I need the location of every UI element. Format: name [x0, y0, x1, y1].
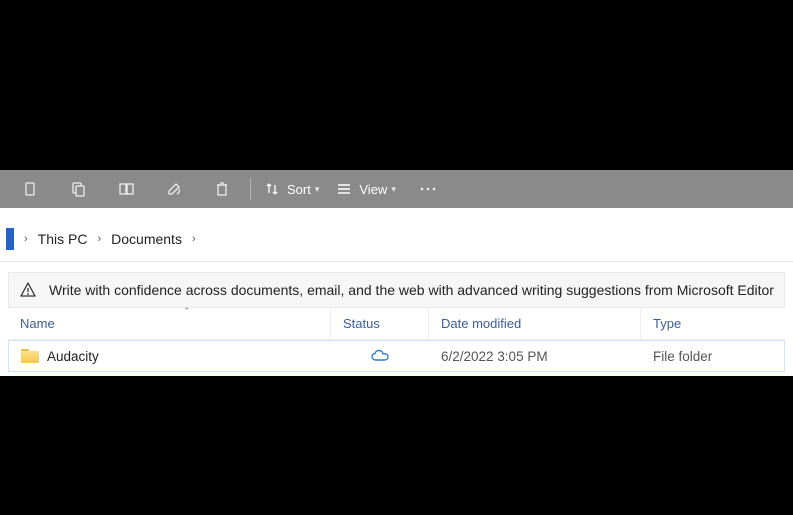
delete-button[interactable]: [210, 177, 234, 201]
rename-icon: [166, 181, 182, 197]
banner-text: Write with confidence across documents, …: [49, 282, 774, 298]
chevron-down-icon: ▾: [391, 184, 396, 195]
sort-indicator-icon: ⌃: [183, 306, 191, 317]
file-name: Audacity: [47, 349, 99, 364]
chevron-right-icon: ›: [24, 233, 28, 245]
view-button[interactable]: View ▾: [335, 180, 395, 198]
cloud-icon: [370, 349, 390, 363]
sort-label: Sort: [287, 182, 311, 197]
paste-button[interactable]: [114, 177, 138, 201]
copy-icon: [70, 181, 86, 197]
rename-button[interactable]: [162, 177, 186, 201]
more-icon: [419, 181, 437, 197]
column-header-status[interactable]: Status: [330, 308, 428, 339]
explorer-window: Sort ▾ View ▾ › This PC › Documents › Wr…: [0, 170, 793, 376]
table-row[interactable]: Audacity 6/2/2022 3:05 PM File folder: [8, 340, 785, 372]
trash-icon: [214, 181, 230, 197]
file-date: 6/2/2022 3:05 PM: [441, 349, 548, 364]
cut-button[interactable]: [18, 177, 42, 201]
file-list: ⌃ Name Status Date modified Type Audacit…: [0, 308, 793, 376]
cut-icon: [22, 181, 38, 197]
file-type: File folder: [653, 349, 712, 364]
sort-button[interactable]: Sort ▾: [263, 180, 319, 198]
column-header-name[interactable]: Name: [8, 308, 330, 339]
column-header-type[interactable]: Type: [640, 308, 785, 339]
chevron-right-icon: ›: [97, 233, 101, 245]
location-icon: [6, 228, 14, 250]
view-label: View: [359, 182, 387, 197]
more-button[interactable]: [416, 177, 440, 201]
copy-button[interactable]: [66, 177, 90, 201]
sort-icon: [263, 180, 281, 198]
view-icon: [335, 180, 353, 198]
editor-banner[interactable]: Write with confidence across documents, …: [8, 272, 785, 308]
command-bar: Sort ▾ View ▾: [0, 170, 793, 208]
warning-icon: [19, 281, 37, 299]
breadcrumb-item[interactable]: This PC: [36, 229, 90, 249]
breadcrumb-item[interactable]: Documents: [109, 229, 184, 249]
column-header-date[interactable]: Date modified: [428, 308, 640, 339]
toolbar-separator: [250, 178, 251, 200]
chevron-right-icon: ›: [192, 233, 196, 245]
breadcrumb[interactable]: › This PC › Documents ›: [0, 216, 793, 262]
folder-icon: [21, 349, 39, 363]
column-header-row: ⌃ Name Status Date modified Type: [8, 308, 785, 340]
paste-icon: [118, 181, 134, 197]
chevron-down-icon: ▾: [315, 184, 320, 195]
